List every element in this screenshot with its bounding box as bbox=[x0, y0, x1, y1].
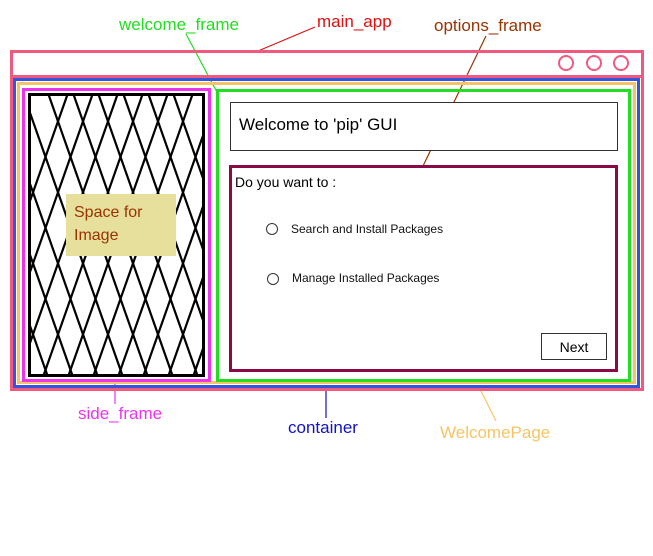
image-note-line1: Space for bbox=[74, 204, 143, 221]
maximize-circle-icon[interactable] bbox=[586, 55, 602, 71]
main-app-leader bbox=[257, 26, 316, 52]
welcome-page-leader bbox=[478, 386, 497, 422]
close-circle-icon[interactable] bbox=[613, 55, 629, 71]
options-frame-label: options_frame bbox=[434, 16, 542, 35]
next-button-label: Next bbox=[559, 339, 589, 355]
manage-installed-label[interactable]: Manage Installed Packages bbox=[292, 271, 439, 285]
search-install-radio[interactable] bbox=[266, 223, 278, 235]
main-app-label: main_app bbox=[317, 12, 392, 31]
options-prompt: Do you want to : bbox=[235, 174, 337, 190]
image-note-line2: Image bbox=[74, 227, 119, 244]
welcome-title: Welcome to 'pip' GUI bbox=[239, 115, 398, 134]
minimize-circle-icon[interactable] bbox=[558, 55, 574, 71]
welcome-page-label: WelcomePage bbox=[440, 423, 551, 442]
image-placeholder-note: Space for Image bbox=[66, 194, 176, 256]
manage-installed-radio[interactable] bbox=[267, 273, 279, 285]
next-button[interactable]: Next bbox=[541, 333, 607, 360]
container-label: container bbox=[288, 418, 358, 437]
welcome-frame-label: welcome_frame bbox=[119, 15, 239, 34]
side-frame-label: side_frame bbox=[78, 404, 163, 423]
search-install-label[interactable]: Search and Install Packages bbox=[291, 222, 443, 236]
